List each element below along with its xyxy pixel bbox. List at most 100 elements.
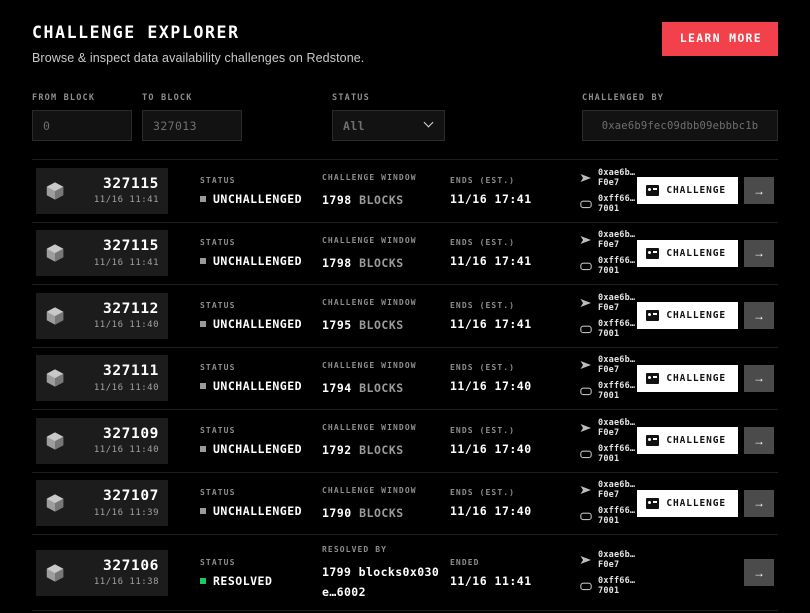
sender-address[interactable]: 0xae6b…F0e7 [580,230,637,250]
block-meta: 327107 11/16 11:39 [94,488,159,518]
challenge-window-unit: BLOCKS [359,318,404,333]
row-details-button[interactable]: → [744,489,774,517]
challenge-button[interactable]: CHALLENGE [637,427,738,455]
status-dot-icon [200,445,206,452]
send-icon [580,298,592,308]
challenged-by-input[interactable] [582,110,778,142]
cube-icon [46,244,64,263]
address-cell: 0xae6b…F0e7 0xff66…7001 [580,230,637,276]
ends-cell-label: ENDS (EST.) [450,300,516,310]
table-row[interactable]: 327107 11/16 11:39 STATUS UNCHALLENGED C… [32,473,778,536]
challenge-button-label: CHALLENGE [666,185,726,197]
address-cell: 0xae6b…F0e7 0xff66…7001 [580,550,654,596]
row-details-button[interactable]: → [744,239,774,267]
send-icon [580,555,592,565]
status-value: RESOLVED [213,573,273,588]
status-dot-icon [200,508,206,515]
contract-address[interactable]: 0xff66…7001 [580,444,637,464]
sender-address[interactable]: 0xae6b…F0e7 [580,480,637,500]
ends-value: 11/16 17:40 [450,379,532,394]
ends-cell: ENDS (EST.) 11/16 17:41 [450,176,566,206]
cube-icon [46,307,64,325]
status-cell-label: STATUS [200,363,236,373]
row-details-button[interactable]: → [744,364,774,392]
sender-address[interactable]: 0xae6b…F0e7 [580,168,637,188]
contract-address[interactable]: 0xff66…7001 [580,194,637,214]
contract-address[interactable]: 0xff66…7001 [580,506,637,526]
challenge-button[interactable]: CHALLENGE [637,364,738,392]
cube-icon [46,494,64,513]
challenge-window-cell-label: CHALLENGE WINDOW [322,423,417,433]
table-row[interactable]: 327115 11/16 11:41 STATUS UNCHALLENGED C… [32,160,778,223]
status-cell: STATUS RESOLVED [200,558,322,588]
challenge-window-value: 1798 BLOCKS [322,193,404,208]
block-meta: 327111 11/16 11:40 [93,364,159,393]
table-row[interactable]: 327115 11/16 11:41 STATUS UNCHALLENGED C… [32,223,778,286]
contract-address-text: 0xff66…7001 [598,506,636,527]
sender-address[interactable]: 0xae6b…F0e7 [580,355,637,375]
status-badge: UNCHALLENGED [200,379,322,393]
contract-address[interactable]: 0xff66…7001 [580,319,637,339]
challenged-by-label: CHALLENGED BY [582,93,665,104]
row-details-button[interactable]: → [744,559,774,587]
challenge-window-unit: BLOCKS [359,443,404,458]
challenge-button[interactable]: CHALLENGE [637,177,738,205]
block-number: 327107 [103,488,159,505]
send-icon [580,235,592,245]
sender-address[interactable]: 0xae6b…F0e7 [580,418,637,438]
to-block-input[interactable] [142,110,242,142]
contract-address[interactable]: 0xff66…7001 [580,576,654,596]
sender-address-text: 0xae6b…F0e7 [598,417,636,438]
challenge-badge-icon [646,247,660,259]
from-block-label: FROM BLOCK [32,93,96,104]
challenge-button[interactable]: CHALLENGE [637,239,738,267]
challenge-button[interactable]: CHALLENGE [637,302,738,330]
status-dot-icon [200,577,206,584]
table-row[interactable]: 327109 11/16 11:40 STATUS UNCHALLENGED C… [32,410,778,473]
challenge-list: 327115 11/16 11:41 STATUS UNCHALLENGED C… [32,159,778,612]
table-row[interactable]: 327106 11/16 11:38 STATUS RESOLVED RESOL… [32,535,778,612]
status-cell: STATUS UNCHALLENGED [200,301,322,331]
learn-more-button[interactable]: LEARN MORE [661,22,778,56]
arrow-right-icon: → [753,565,765,580]
row-details-button[interactable]: → [744,302,774,330]
block-timestamp: 11/16 11:40 [93,382,159,393]
contract-address-text: 0xff66…7001 [598,443,636,464]
challenge-window-unit: BLOCKS [359,193,404,208]
challenge-window-cell: CHALLENGE WINDOW 1798 BLOCKS [322,236,450,271]
cube-icon [46,432,64,450]
row-details-button[interactable]: → [744,427,774,455]
chevron-down-icon [425,119,434,128]
table-row[interactable]: 327112 11/16 11:40 STATUS UNCHALLENGED C… [32,285,778,348]
challenge-button[interactable]: CHALLENGE [637,489,738,517]
contract-address[interactable]: 0xff66…7001 [580,256,637,276]
contract-icon [580,511,592,521]
block-meta: 327112 11/16 11:40 [94,301,159,330]
from-block-input[interactable] [32,110,132,142]
row-details-button[interactable]: → [744,177,774,205]
block-timestamp: 11/16 11:38 [93,576,159,587]
ends-value: 11/16 17:40 [450,441,532,456]
status-cell: STATUS UNCHALLENGED [200,176,322,206]
address-cell: 0xae6b…F0e7 0xff66…7001 [580,418,637,464]
ends-cell-label: ENDS (EST.) [450,238,516,248]
status-dot-icon [200,383,206,390]
arrow-right-icon: → [753,246,765,261]
table-row[interactable]: 327111 11/16 11:40 STATUS UNCHALLENGED C… [32,348,778,411]
challenge-window-unit: BLOCKS [359,380,404,395]
status-select-value: All [343,118,365,133]
ends-cell: ENDS (EST.) 11/16 17:40 [450,426,566,456]
ends-cell: ENDS (EST.) 11/16 17:40 [450,363,566,393]
challenge-window-cell-label: CHALLENGE WINDOW [322,235,417,245]
contract-icon [580,324,592,334]
to-block-label: TO BLOCK [142,93,193,104]
challenge-badge-icon [646,310,660,322]
challenge-button-label: CHALLENGE [666,310,726,322]
status-select[interactable]: All [332,110,445,142]
sender-address[interactable]: 0xae6b…F0e7 [580,550,654,570]
ends-value: 11/16 17:40 [450,504,532,519]
sender-address[interactable]: 0xae6b…F0e7 [580,293,637,313]
challenge-window-cell-label: CHALLENGE WINDOW [322,485,417,495]
contract-address[interactable]: 0xff66…7001 [580,381,637,401]
status-value: UNCHALLENGED [213,379,303,394]
